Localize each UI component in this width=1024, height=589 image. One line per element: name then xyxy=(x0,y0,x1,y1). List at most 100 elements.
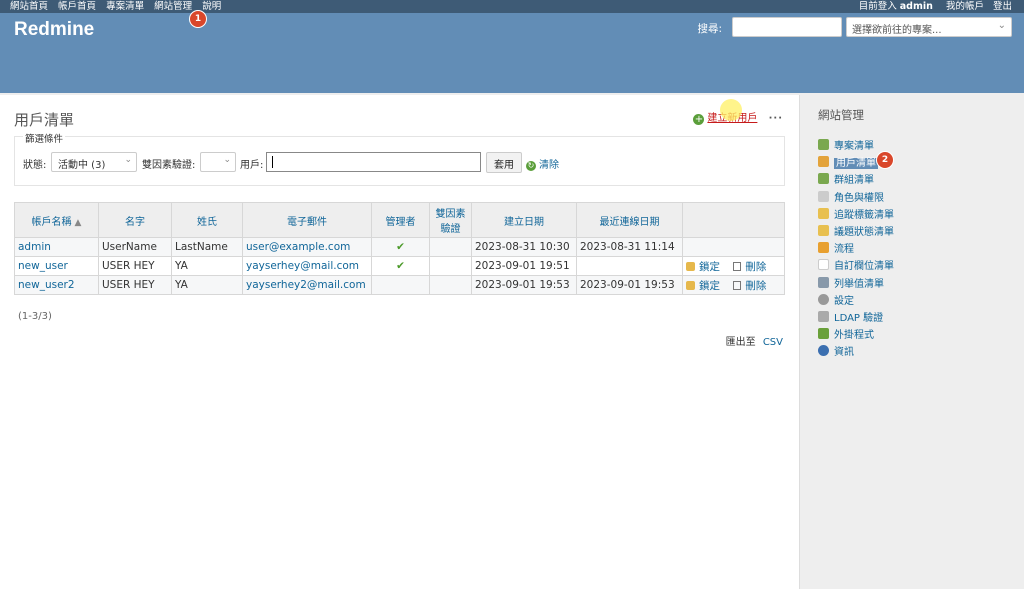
more-actions-button[interactable]: ··· xyxy=(769,113,783,124)
lock-user-link[interactable]: 鎖定 xyxy=(686,261,720,273)
user-search-input[interactable] xyxy=(266,152,481,172)
user-lastname: YA xyxy=(171,275,243,295)
twofa-select[interactable]: ⌄ xyxy=(200,152,236,172)
col-email[interactable]: 電子郵件 xyxy=(242,202,372,238)
user-firstname: USER HEY xyxy=(98,275,172,295)
main: 用戶清單 +建立新用戶 ··· 篩選條件 狀態: 活動中 (3) ⌄ 雙因素驗證… xyxy=(0,93,1024,589)
reload-icon: ↻ xyxy=(526,161,536,171)
row-actions: 鎖定 刪除 xyxy=(682,275,785,295)
delete-user-link[interactable]: 刪除 xyxy=(733,280,766,292)
top-menu-home[interactable]: 網站首頁 xyxy=(10,1,48,12)
status-select[interactable]: 活動中 (3) ⌄ xyxy=(51,152,137,172)
admin-check-icon xyxy=(371,275,430,295)
sidebar-item-roles[interactable]: 角色與權限 xyxy=(818,189,1018,206)
issue-status-icon xyxy=(818,224,829,236)
lock-user-link[interactable]: 鎖定 xyxy=(686,280,720,292)
top-menu-administration[interactable]: 網站管理 xyxy=(154,1,192,12)
col-email-label: 電子郵件 xyxy=(287,216,327,228)
sidebar-item-label: 流程 xyxy=(834,244,854,256)
logged-in-user[interactable]: admin xyxy=(900,1,933,12)
sort-asc-icon: ▲ xyxy=(74,217,82,228)
sidebar-item-workflows[interactable]: 流程 xyxy=(818,240,1018,257)
info-icon xyxy=(818,345,829,357)
table-row: new_user USER HEY YA yayserhey@mail.com … xyxy=(14,256,785,276)
filters-legend[interactable]: 篩選條件 xyxy=(23,131,66,145)
col-last-login[interactable]: 最近連線日期 xyxy=(576,202,683,238)
col-created-label: 建立日期 xyxy=(504,216,544,228)
sidebar-title: 網站管理 xyxy=(818,108,864,122)
sidebar-item-ldap[interactable]: LDAP 驗證 xyxy=(818,309,1018,326)
sidebar-item-users[interactable]: 用戶清單 xyxy=(818,154,1018,171)
col-login[interactable]: 帳戶名稱 ▲ xyxy=(14,202,99,238)
chevron-down-icon: ⌄ xyxy=(997,20,1006,31)
sidebar-item-label: 設定 xyxy=(834,295,854,307)
projects-icon xyxy=(818,139,829,150)
user-email-link[interactable]: yayserhey2@mail.com xyxy=(246,279,366,291)
delete-user-link[interactable]: 刪除 xyxy=(733,261,766,273)
sidebar-item-label: 議題狀態清單 xyxy=(834,226,894,238)
user-email-link[interactable]: yayserhey@mail.com xyxy=(246,260,359,272)
export-label: 匯出至 xyxy=(725,337,756,348)
sidebar-item-enumerations[interactable]: 列舉值清單 xyxy=(818,275,1018,292)
user-twofa xyxy=(429,256,472,276)
sidebar-item-label: 用戶清單 xyxy=(834,158,878,170)
col-twofa-label: 雙因素驗證 xyxy=(435,209,466,235)
list-icon xyxy=(818,276,829,288)
export-formats: 匯出至 CSV xyxy=(726,333,783,348)
sidebar-item-label: 群組清單 xyxy=(834,175,874,187)
top-menu: 網站首頁 帳戶首頁 專案清單 網站管理 說明 目前登入 admin 我的帳戶 登出 xyxy=(0,0,1024,13)
logout-link[interactable]: 登出 xyxy=(993,1,1012,12)
sidebar-item-label: 外掛程式 xyxy=(834,330,874,342)
user-login-link[interactable]: admin xyxy=(18,241,51,253)
page-title: 用戶清單 xyxy=(14,111,75,129)
chevron-down-icon: ⌄ xyxy=(124,155,132,165)
user-login-link[interactable]: new_user2 xyxy=(18,279,75,291)
col-firstname[interactable]: 名字 xyxy=(98,202,172,238)
sidebar-item-custom-fields[interactable]: 自訂欄位清單 xyxy=(818,257,1018,274)
project-jump-select[interactable]: 選擇欲前往的專案... ⌄ xyxy=(846,17,1012,37)
sidebar: 網站管理 專案清單 用戶清單 群組清單 角色與權限 追蹤標籤清單 議題狀態清單 … xyxy=(818,107,1018,360)
filters-row: 狀態: 活動中 (3) ⌄ 雙因素驗證: ⌄ 用戶: 套用 ↻ 清除 xyxy=(23,152,783,173)
table-row: admin UserName LastName user@example.com… xyxy=(14,237,785,257)
sidebar-item-plugins[interactable]: 外掛程式 xyxy=(818,326,1018,343)
workflow-icon xyxy=(818,242,829,254)
clear-link[interactable]: ↻ 清除 xyxy=(526,156,559,171)
row-actions xyxy=(682,237,785,257)
step-badge-1: 1 xyxy=(190,11,206,27)
col-lastname-label: 姓氏 xyxy=(197,216,217,228)
add-icon: + xyxy=(693,114,705,125)
top-menu-projects[interactable]: 專案清單 xyxy=(106,1,144,12)
my-account-link[interactable]: 我的帳戶 xyxy=(946,1,984,12)
logged-in-label: 目前登入 xyxy=(858,1,897,12)
sidebar-item-issue-statuses[interactable]: 議題狀態清單 xyxy=(818,223,1018,240)
header: Redmine 搜尋: 選擇欲前往的專案... ⌄ xyxy=(0,13,1024,93)
sidebar-item-settings[interactable]: 設定 xyxy=(818,292,1018,309)
sidebar-item-info[interactable]: 資訊 xyxy=(818,343,1018,360)
user-email-link[interactable]: user@example.com xyxy=(246,241,350,253)
user-login-link[interactable]: new_user xyxy=(18,260,68,272)
ldap-icon xyxy=(818,310,829,322)
app-title[interactable]: Redmine xyxy=(14,19,94,41)
col-lastname[interactable]: 姓氏 xyxy=(171,202,243,238)
sidebar-item-projects[interactable]: 專案清單 xyxy=(818,137,1018,154)
search-input[interactable] xyxy=(732,17,842,37)
trash-icon xyxy=(733,280,742,290)
export-csv-link[interactable]: CSV xyxy=(763,337,783,348)
sidebar-item-groups[interactable]: 群組清單 xyxy=(818,171,1018,188)
top-menu-my-page[interactable]: 帳戶首頁 xyxy=(58,1,96,12)
sidebar-item-trackers[interactable]: 追蹤標籤清單 xyxy=(818,206,1018,223)
roles-icon xyxy=(818,190,829,202)
apply-button[interactable]: 套用 xyxy=(486,152,522,173)
top-menu-help[interactable]: 說明 xyxy=(202,1,221,12)
admin-check-icon: ✔ xyxy=(371,237,430,257)
col-admin[interactable]: 管理者 xyxy=(371,202,430,238)
gear-icon xyxy=(818,293,829,305)
col-created[interactable]: 建立日期 xyxy=(471,202,577,238)
sidebar-menu: 專案清單 用戶清單 群組清單 角色與權限 追蹤標籤清單 議題狀態清單 流程 自訂… xyxy=(818,137,1018,360)
lock-icon xyxy=(686,280,695,290)
col-actions xyxy=(682,202,785,238)
lock-label: 鎖定 xyxy=(699,279,720,292)
trash-icon xyxy=(733,261,742,271)
plugin-icon xyxy=(818,328,829,340)
col-twofa[interactable]: 雙因素驗證 xyxy=(429,202,472,238)
